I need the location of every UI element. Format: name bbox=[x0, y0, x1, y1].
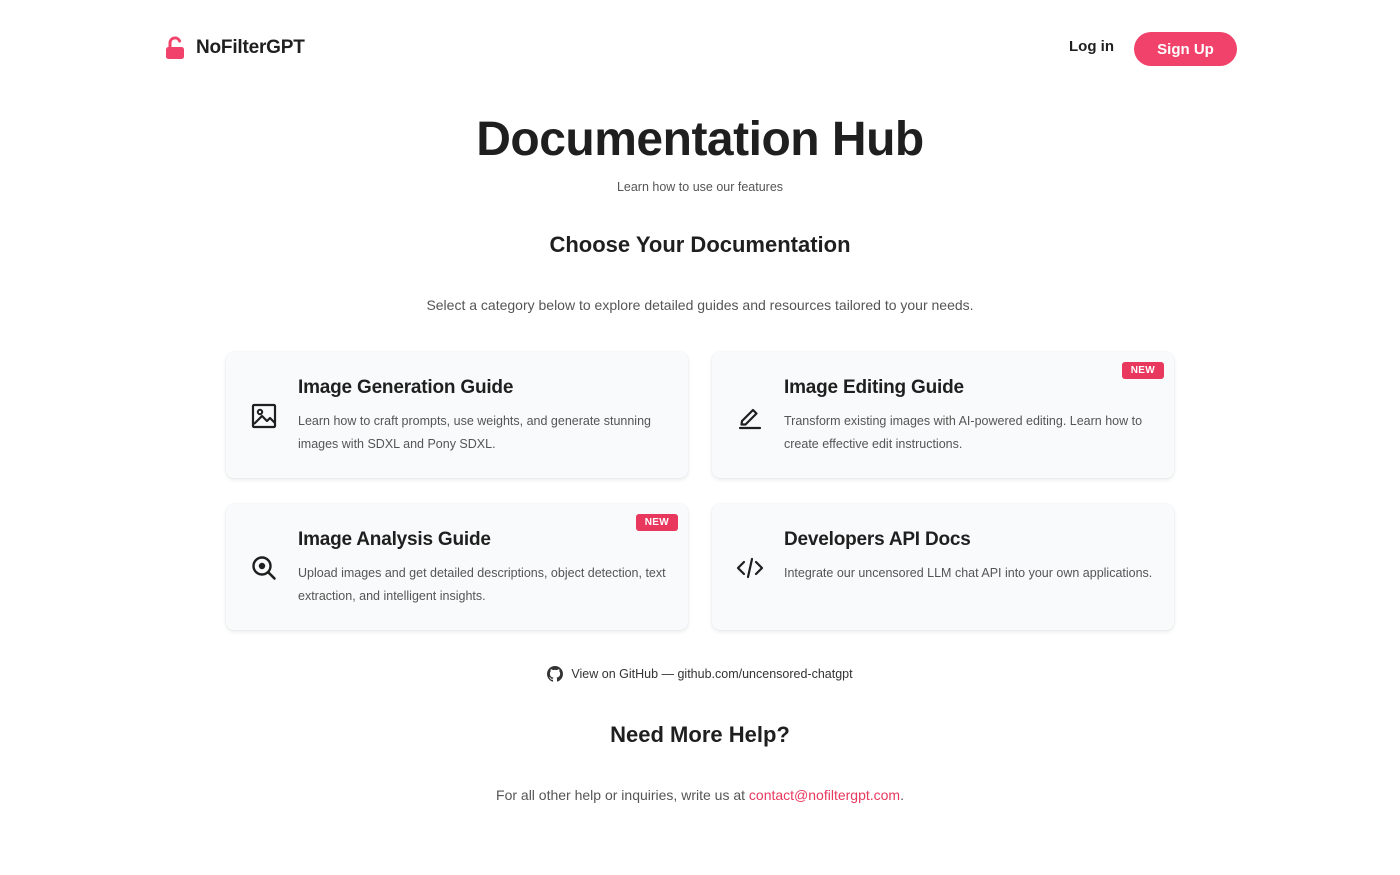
card-description: Transform existing images with AI-powere… bbox=[784, 414, 1143, 451]
brand-logo[interactable]: NoFilterGPT bbox=[164, 36, 305, 60]
image-icon bbox=[250, 402, 278, 430]
github-link[interactable]: View on GitHub — github.com/uncensored-c… bbox=[571, 667, 852, 681]
new-badge: NEW bbox=[1121, 362, 1164, 379]
card-description: Integrate our uncensored LLM chat API in… bbox=[784, 566, 1153, 580]
contact-email-link[interactable]: contact@nofiltergpt.com bbox=[749, 787, 900, 803]
card-image-editing[interactable]: NEW Image Editing Guide Transform existi… bbox=[712, 352, 1174, 478]
help-title: Need More Help? bbox=[610, 722, 790, 747]
help-text: For all other help or inquiries, write u… bbox=[0, 787, 1400, 803]
unlocked-padlock-icon bbox=[166, 36, 184, 59]
page-title: Documentation Hub bbox=[476, 113, 924, 166]
magnifier-icon bbox=[250, 554, 278, 582]
signup-button[interactable]: Sign Up bbox=[1134, 32, 1237, 66]
card-title: Developers API Docs bbox=[784, 529, 971, 550]
pencil-icon bbox=[736, 402, 764, 430]
new-badge: NEW bbox=[635, 514, 678, 531]
card-image-analysis[interactable]: NEW Image Analysis Guide Upload images a… bbox=[226, 504, 688, 630]
login-link[interactable]: Log in bbox=[1069, 38, 1114, 55]
section-title: Choose Your Documentation bbox=[549, 232, 851, 257]
card-image-generation[interactable]: Image Generation Guide Learn how to craf… bbox=[226, 352, 688, 478]
section-description: Select a category below to explore detai… bbox=[426, 297, 974, 313]
github-icon bbox=[547, 666, 564, 682]
github-link-row: View on GitHub — github.com/uncensored-c… bbox=[0, 666, 1400, 682]
card-description: Learn how to craft prompts, use weights,… bbox=[298, 414, 651, 451]
help-text-prefix: For all other help or inquiries, write u… bbox=[496, 787, 749, 803]
card-title: Image Generation Guide bbox=[298, 377, 514, 398]
card-description: Upload images and get detailed descripti… bbox=[298, 566, 666, 603]
page-subtitle: Learn how to use our features bbox=[616, 180, 784, 194]
card-title: Image Analysis Guide bbox=[298, 529, 491, 550]
code-icon bbox=[736, 554, 764, 582]
card-developers-api[interactable]: Developers API Docs Integrate our uncens… bbox=[712, 504, 1174, 630]
brand-name: NoFilterGPT bbox=[196, 37, 305, 58]
card-title: Image Editing Guide bbox=[784, 377, 964, 398]
site-header: NoFilterGPT Log in Sign Up bbox=[0, 0, 1400, 98]
help-text-suffix: . bbox=[900, 787, 904, 803]
